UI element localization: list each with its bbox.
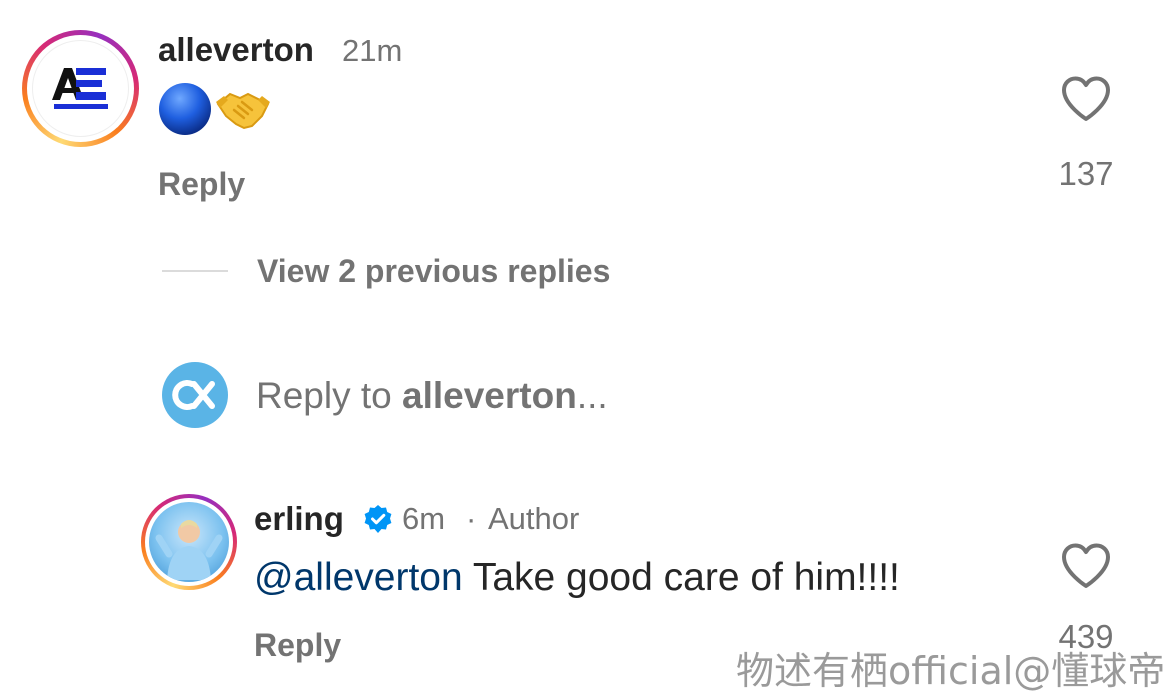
mention-link[interactable]: @alleverton	[254, 556, 463, 599]
like-count: 137	[1058, 155, 1114, 192]
reply-input-target: alleverton	[402, 375, 577, 416]
reply-button[interactable]: Reply	[254, 627, 341, 664]
comment-timestamp: 6m	[402, 501, 446, 536]
reply-input[interactable]: Reply to alleverton...	[256, 375, 608, 417]
heart-outline-icon[interactable]	[1061, 76, 1111, 122]
erling-profile-photo	[149, 502, 229, 582]
comment-text: @alleverton Take good care of him!!!!	[254, 556, 900, 600]
reply-button[interactable]: Reply	[158, 166, 245, 203]
verified-badge-icon	[363, 504, 393, 534]
comment-emoji-text	[158, 82, 272, 136]
avatar[interactable]	[22, 30, 139, 147]
replies-divider	[162, 270, 228, 272]
author-badge: Author	[488, 501, 580, 536]
comment-timestamp: 21m	[342, 33, 403, 68]
comment-body: Take good care of him!!!!	[462, 556, 900, 599]
watermark-text: 物述有栖official@懂球帝	[736, 649, 1166, 693]
user-logo-icon	[172, 380, 215, 410]
handshake-icon	[216, 92, 270, 130]
separator-dot: ·	[466, 501, 477, 536]
comment-username[interactable]: alleverton	[158, 31, 314, 69]
view-previous-replies-button[interactable]: View 2 previous replies	[257, 253, 610, 290]
avatar[interactable]	[141, 494, 237, 590]
comment-username[interactable]: erling	[254, 500, 344, 538]
reply-input-prefix: Reply to	[256, 375, 403, 416]
alleverton-logo	[32, 40, 129, 137]
heart-outline-icon[interactable]	[1061, 543, 1111, 589]
composer-avatar	[162, 362, 228, 428]
reply-input-suffix: ...	[576, 375, 608, 416]
blue-circle-icon	[159, 83, 211, 135]
